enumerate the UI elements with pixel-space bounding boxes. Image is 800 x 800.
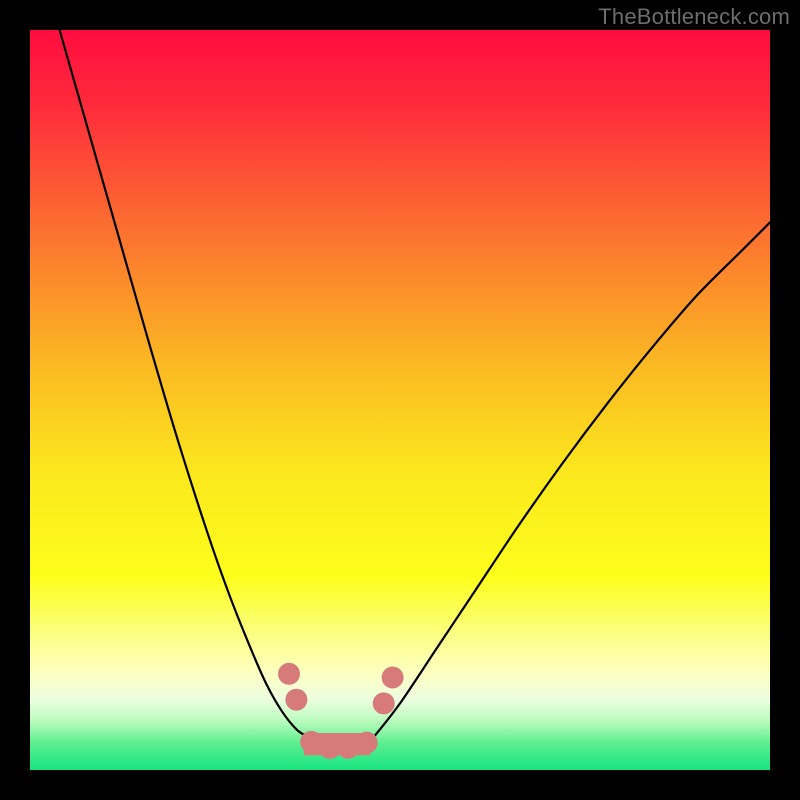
marker-point <box>356 732 378 754</box>
chart-svg <box>30 30 770 770</box>
marker-point <box>278 663 300 685</box>
marker-point <box>382 667 404 689</box>
marker-point <box>285 689 307 711</box>
gradient-bg <box>30 30 770 770</box>
marker-point <box>373 692 395 714</box>
plot-area <box>30 30 770 770</box>
marker-point <box>337 737 359 759</box>
watermark-text: TheBottleneck.com <box>598 4 790 30</box>
outer-frame: TheBottleneck.com <box>0 0 800 800</box>
